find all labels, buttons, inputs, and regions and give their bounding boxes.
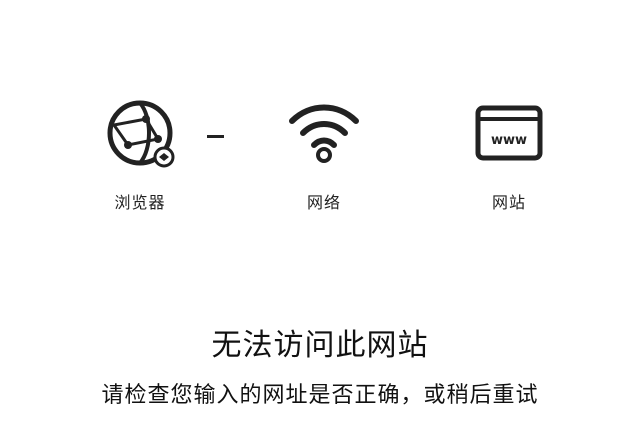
website-node: www 网站 [449, 95, 569, 213]
browser-label: 浏览器 [114, 193, 166, 212]
broken-link-dash [207, 135, 224, 138]
svg-text:www: www [491, 133, 527, 148]
browser-globe-icon [107, 100, 175, 168]
website-www-icon: www [475, 105, 543, 161]
network-label: 网络 [306, 193, 341, 212]
connection-diagram: 浏览器 网络 www 网站 [0, 95, 640, 225]
error-title: 无法访问此网站 [211, 328, 429, 363]
error-message: 请检查您输入的网址是否正确，或稍后重试 [101, 383, 539, 408]
wifi-icon [289, 104, 359, 163]
website-label: 网站 [491, 193, 526, 212]
network-node: 网络 [264, 95, 384, 213]
browser-node: 浏览器 [80, 95, 200, 213]
